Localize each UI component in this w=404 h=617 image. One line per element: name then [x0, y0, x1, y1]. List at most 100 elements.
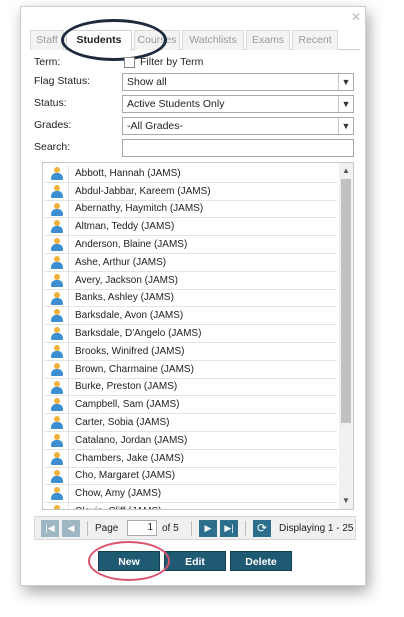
- student-icon-head: [54, 202, 60, 209]
- list-item[interactable]: Abernathy, Haymitch (JAMS): [45, 200, 337, 219]
- list-item[interactable]: Clavin, Cliff (JAMS): [45, 503, 337, 509]
- list-item[interactable]: Altman, Teddy (JAMS): [45, 218, 337, 237]
- page-input[interactable]: 1: [127, 520, 157, 536]
- student-name: Burke, Preston (JAMS): [75, 381, 178, 393]
- student-name: Campbell, Sam (JAMS): [75, 399, 180, 411]
- scroll-down-icon[interactable]: ▼: [339, 494, 353, 508]
- student-icon: [51, 380, 63, 394]
- student-icon-head: [54, 469, 60, 476]
- list-item-icon-cell: [45, 307, 69, 325]
- last-page-button[interactable]: ▶|: [220, 520, 238, 537]
- list-item[interactable]: Barksdale, D'Angelo (JAMS): [45, 325, 337, 343]
- list-item-icon-cell: [45, 485, 69, 503]
- student-icon: [51, 255, 63, 269]
- tab-exams[interactable]: Exams: [246, 30, 290, 50]
- chevron-down-icon[interactable]: ▼: [338, 74, 353, 90]
- tab-recent[interactable]: Recent: [292, 30, 338, 50]
- student-icon: [51, 220, 63, 234]
- student-icon-body: [51, 297, 63, 305]
- list-item[interactable]: Campbell, Sam (JAMS): [45, 396, 337, 415]
- student-icon: [51, 469, 63, 483]
- student-icon-body: [51, 439, 63, 447]
- student-name: Ashe, Arthur (JAMS): [75, 256, 167, 268]
- status-select[interactable]: Active Students Only ▼: [122, 95, 354, 113]
- list-item[interactable]: Cho, Margaret (JAMS): [45, 467, 337, 486]
- filter-by-term-checkbox[interactable]: [124, 57, 135, 68]
- page-label: Page: [95, 523, 119, 534]
- status-value: Active Students Only: [127, 98, 225, 110]
- student-name: Abernathy, Haymitch (JAMS): [75, 203, 204, 215]
- student-icon-head: [54, 273, 60, 280]
- page-count: of 5: [162, 523, 179, 534]
- student-icon-body: [51, 244, 63, 252]
- student-icon-body: [51, 404, 63, 412]
- list-item[interactable]: Catalano, Jordan (JAMS): [45, 431, 337, 450]
- student-icon-body: [51, 475, 63, 483]
- list-item[interactable]: Burke, Preston (JAMS): [45, 378, 337, 397]
- student-icon-body: [51, 350, 63, 358]
- scroll-up-icon[interactable]: ▲: [339, 164, 353, 178]
- list-scrollbar[interactable]: ▲ ▼: [339, 163, 353, 509]
- list-item[interactable]: Brooks, Winifred (JAMS): [45, 342, 337, 361]
- next-page-button[interactable]: ▶: [199, 520, 217, 537]
- status-label: Status:: [34, 97, 67, 109]
- student-icon-body: [51, 333, 63, 341]
- delete-button[interactable]: Delete: [230, 551, 292, 571]
- list-item-icon-cell: [45, 325, 69, 342]
- list-item[interactable]: Banks, Ashley (JAMS): [45, 289, 337, 308]
- search-label: Search:: [34, 141, 71, 153]
- student-icon: [51, 291, 63, 305]
- student-icon-head: [54, 380, 60, 387]
- student-name: Anderson, Blaine (JAMS): [75, 239, 188, 251]
- student-icon-body: [51, 368, 63, 376]
- list-item[interactable]: Barksdale, Avon (JAMS): [45, 307, 337, 326]
- student-icon-head: [54, 451, 60, 458]
- student-icon-body: [51, 190, 63, 198]
- student-name: Barksdale, D'Angelo (JAMS): [75, 328, 202, 340]
- list-item[interactable]: Anderson, Blaine (JAMS): [45, 236, 337, 254]
- student-name: Catalano, Jordan (JAMS): [75, 434, 188, 446]
- list-item[interactable]: Abbott, Hannah (JAMS): [45, 165, 337, 183]
- student-icon-head: [54, 184, 60, 191]
- student-icon-body: [51, 457, 63, 465]
- student-name: Chambers, Jake (JAMS): [75, 452, 184, 464]
- refresh-icon[interactable]: ⟳: [253, 520, 271, 537]
- student-icon-body: [51, 279, 63, 287]
- list-item-icon-cell: [45, 467, 69, 485]
- tab-watchlists[interactable]: Watchlists: [182, 30, 244, 50]
- student-icon: [51, 184, 63, 198]
- list-item[interactable]: Abdul-Jabbar, Kareem (JAMS): [45, 182, 337, 201]
- student-name: Abdul-Jabbar, Kareem (JAMS): [75, 185, 211, 197]
- search-input[interactable]: [122, 139, 354, 157]
- flag-status-select[interactable]: Show all ▼: [122, 73, 354, 91]
- student-icon-head: [54, 505, 60, 509]
- close-icon[interactable]: ✕: [349, 10, 363, 24]
- chevron-down-icon[interactable]: ▼: [338, 118, 353, 134]
- chevron-down-icon[interactable]: ▼: [338, 96, 353, 112]
- student-icon-head: [54, 362, 60, 369]
- filter-by-term-label: Filter by Term: [140, 56, 204, 68]
- student-icon: [51, 398, 63, 412]
- list-item[interactable]: Chambers, Jake (JAMS): [45, 449, 337, 468]
- first-page-button[interactable]: |◀: [41, 520, 59, 537]
- list-item[interactable]: Brown, Charmaine (JAMS): [45, 360, 337, 379]
- scroll-thumb[interactable]: [341, 179, 351, 423]
- prev-page-button[interactable]: ◀: [62, 520, 80, 537]
- edit-button[interactable]: Edit: [164, 551, 226, 571]
- list-item-icon-cell: [45, 449, 69, 467]
- list-item[interactable]: Ashe, Arthur (JAMS): [45, 253, 337, 272]
- list-item[interactable]: Avery, Jackson (JAMS): [45, 271, 337, 290]
- student-icon: [51, 238, 63, 252]
- list-item[interactable]: Carter, Sobia (JAMS): [45, 414, 337, 432]
- list-item-icon-cell: [45, 218, 69, 236]
- student-icon: [51, 505, 63, 509]
- pager: |◀ ◀ Page 1 of 5 ▶ ▶| ⟳ Displaying 1 - 2…: [34, 516, 356, 540]
- student-icon-head: [54, 291, 60, 298]
- student-icon: [51, 433, 63, 447]
- list-item-icon-cell: [45, 378, 69, 396]
- student-name: Cho, Margaret (JAMS): [75, 470, 176, 482]
- student-icon-body: [51, 261, 63, 269]
- tab-staff[interactable]: Staff: [30, 30, 64, 50]
- grades-select[interactable]: -All Grades- ▼: [122, 117, 354, 135]
- list-item[interactable]: Chow, Amy (JAMS): [45, 485, 337, 504]
